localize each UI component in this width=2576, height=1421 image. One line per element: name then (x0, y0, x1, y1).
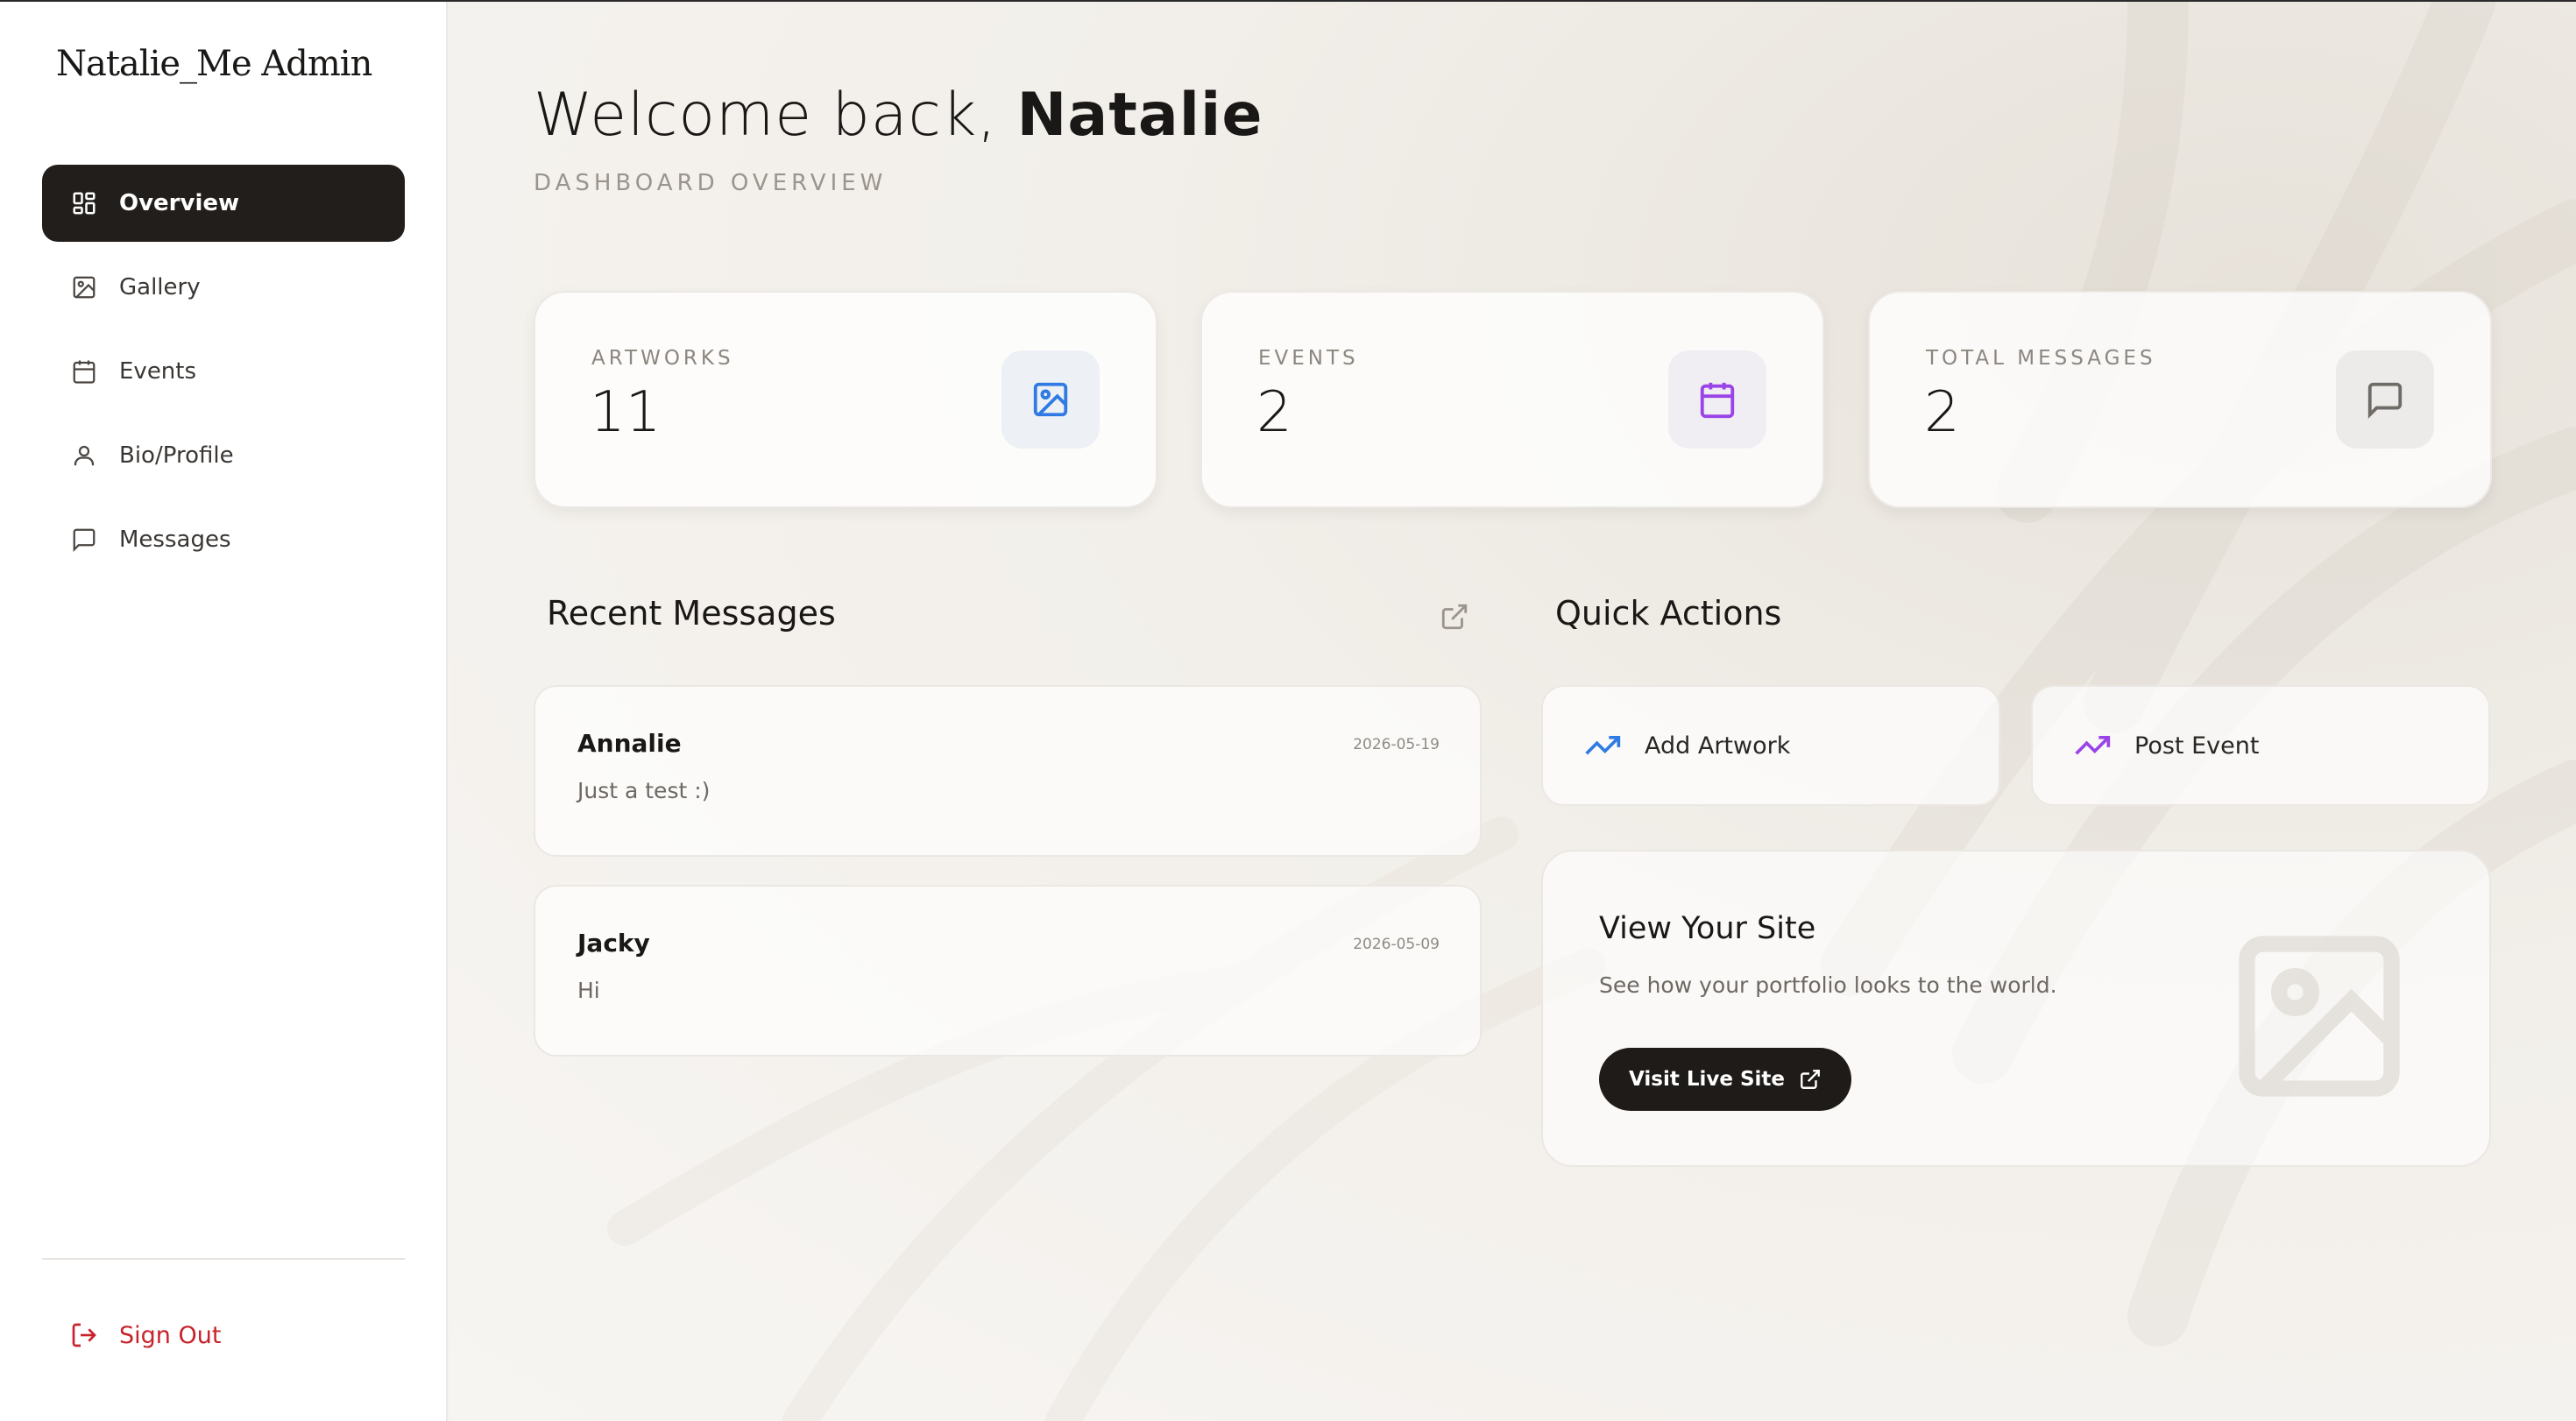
post-event-label: Post Event (2134, 732, 2260, 760)
sidebar-item-label: Gallery (119, 274, 201, 300)
sign-out-label: Sign Out (119, 1321, 222, 1349)
main-content: Welcome back, Natalie DASHBOARD OVERVIEW… (449, 2, 2576, 1421)
external-link-icon (1799, 1068, 1822, 1091)
quick-actions-title: Quick Actions (1555, 594, 1782, 633)
message-icon (70, 526, 98, 554)
welcome-heading: Welcome back, Natalie (534, 81, 1263, 150)
message-item[interactable]: Jacky 2026-05-09 Hi (534, 885, 1482, 1057)
calendar-icon (70, 357, 98, 385)
calendar-icon (1700, 382, 1735, 419)
welcome-prefix: Welcome back, (534, 81, 997, 150)
trending-up-icon (2073, 726, 2112, 765)
stat-label: ARTWORKS (591, 347, 734, 370)
stat-label: EVENTS (1258, 347, 1359, 370)
sidebar-item-gallery[interactable]: Gallery (42, 249, 405, 326)
sidebar-item-overview[interactable]: Overview (42, 165, 405, 242)
stat-label: TOTAL MESSAGES (1926, 347, 2156, 370)
sidebar: Natalie_Me Admin Overview Gallery Events… (0, 2, 448, 1421)
user-icon (70, 442, 98, 470)
image-icon (70, 273, 98, 301)
grid-icon (70, 189, 98, 217)
stat-value: 11 (590, 380, 662, 445)
stat-card-events: EVENTS 2 (1200, 291, 1824, 508)
sign-out-icon (70, 1321, 98, 1349)
sidebar-item-label: Events (119, 358, 197, 385)
brand-title: Natalie_Me Admin (56, 44, 372, 84)
add-artwork-button[interactable]: Add Artwork (1541, 685, 2000, 806)
image-icon (1033, 382, 1068, 417)
sign-out-button[interactable]: Sign Out (70, 1321, 221, 1349)
sidebar-divider (42, 1258, 405, 1260)
stat-value: 2 (1256, 380, 1292, 445)
post-event-button[interactable]: Post Event (2031, 685, 2490, 806)
message-preview: Just a test :) (577, 778, 711, 803)
sidebar-item-messages[interactable]: Messages (42, 501, 405, 578)
visit-live-site-button[interactable]: Visit Live Site (1599, 1048, 1851, 1111)
sidebar-nav: Overview Gallery Events Bio/Profile Mess… (42, 165, 405, 585)
add-artwork-label: Add Artwork (1645, 732, 1791, 760)
stat-badge (2336, 350, 2434, 449)
trending-up-icon (1583, 726, 1622, 765)
external-link-icon[interactable] (1440, 602, 1469, 632)
message-preview: Hi (577, 978, 600, 1003)
message-sender: Annalie (577, 729, 682, 758)
stat-card-artworks: ARTWORKS 11 (534, 291, 1157, 508)
page-subtitle: DASHBOARD OVERVIEW (534, 170, 888, 196)
view-site-description: See how your portfolio looks to the worl… (1599, 972, 2057, 998)
view-site-card: View Your Site See how your portfolio lo… (1541, 850, 2491, 1167)
top-border (0, 0, 2576, 2)
sidebar-item-label: Bio/Profile (119, 442, 234, 469)
sidebar-item-label: Overview (119, 190, 240, 216)
stat-badge (1668, 350, 1766, 449)
sidebar-item-label: Messages (119, 527, 231, 553)
message-date: 2026-05-19 (1353, 736, 1440, 753)
sidebar-item-events[interactable]: Events (42, 333, 405, 410)
message-icon (2367, 382, 2403, 419)
message-date: 2026-05-09 (1353, 936, 1440, 953)
user-name: Natalie (1016, 81, 1263, 150)
message-sender: Jacky (577, 929, 650, 958)
sidebar-item-bio-profile[interactable]: Bio/Profile (42, 417, 405, 494)
view-site-title: View Your Site (1599, 911, 1816, 946)
image-icon (2239, 936, 2400, 1097)
message-item[interactable]: Annalie 2026-05-19 Just a test :) (534, 685, 1482, 857)
stat-value: 2 (1924, 380, 1960, 445)
recent-messages-title: Recent Messages (547, 594, 836, 633)
stat-card-total-messages: TOTAL MESSAGES 2 (1868, 291, 2492, 508)
stat-badge (1001, 350, 1100, 449)
visit-live-site-label: Visit Live Site (1628, 1068, 1786, 1091)
